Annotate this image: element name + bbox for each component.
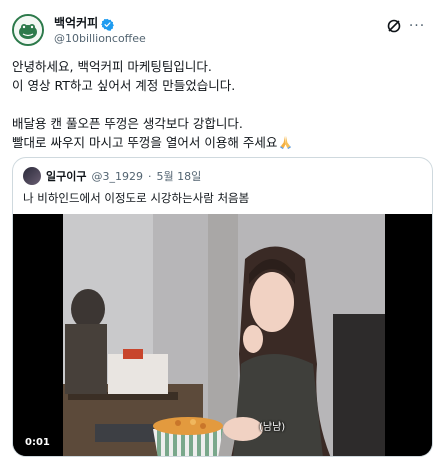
quoted-display-name[interactable]: 일구이구: [46, 168, 86, 184]
tweet-line: 안녕하세요, 백억커피 마케팅팀입니다.: [12, 59, 212, 74]
tweet-header: 백억커피 @10billioncoffee ···: [12, 12, 428, 48]
quoted-handle[interactable]: @3_1929: [91, 170, 143, 183]
folded-hands-emoji-icon: [278, 134, 293, 149]
tweet-line: 이 영상 RT하고 싶어서 계정 만들었습니다.: [12, 78, 236, 93]
tweet-line: 빨대로 싸우지 마시고 뚜껑을 열어서 이용해 주세요: [12, 135, 278, 150]
account-avatar[interactable]: [12, 14, 44, 46]
video-player[interactable]: (냠냠) 0:01: [13, 214, 432, 456]
grok-icon[interactable]: [386, 18, 402, 34]
video-caption: (냠냠): [259, 422, 286, 433]
quoted-avatar[interactable]: [23, 167, 41, 185]
tweet-line-with-emoji: 빨대로 싸우지 마시고 뚜껑을 열어서 이용해 주세요: [12, 133, 428, 152]
tweet-text: 안녕하세요, 백억커피 마케팅팀입니다. 이 영상 RT하고 싶어서 계정 만들…: [12, 57, 428, 152]
name-row: 백억커피: [54, 14, 115, 31]
tweet-line: 배달용 캔 풀오픈 뚜껑은 생각보다 강합니다.: [12, 116, 243, 131]
more-icon[interactable]: ···: [408, 17, 426, 35]
account-handle[interactable]: @10billioncoffee: [54, 32, 146, 45]
verified-badge-icon: [101, 16, 115, 31]
display-name[interactable]: 백억커피: [54, 14, 98, 31]
quoted-date[interactable]: 5월 18일: [156, 168, 201, 184]
quoted-tweet-card[interactable]: 일구이구 @3_1929 · 5월 18일 나 비하인드에서 이정도로 시강하는…: [12, 157, 433, 457]
meta-separator: ·: [147, 169, 152, 183]
video-time-badge: 0:01: [21, 436, 54, 449]
quoted-tweet-header: 일구이구 @3_1929 · 5월 18일: [23, 167, 201, 185]
quoted-tweet-text: 나 비하인드에서 이정도로 시강하는사람 처음봄: [23, 191, 250, 205]
video-frame: [13, 214, 432, 456]
